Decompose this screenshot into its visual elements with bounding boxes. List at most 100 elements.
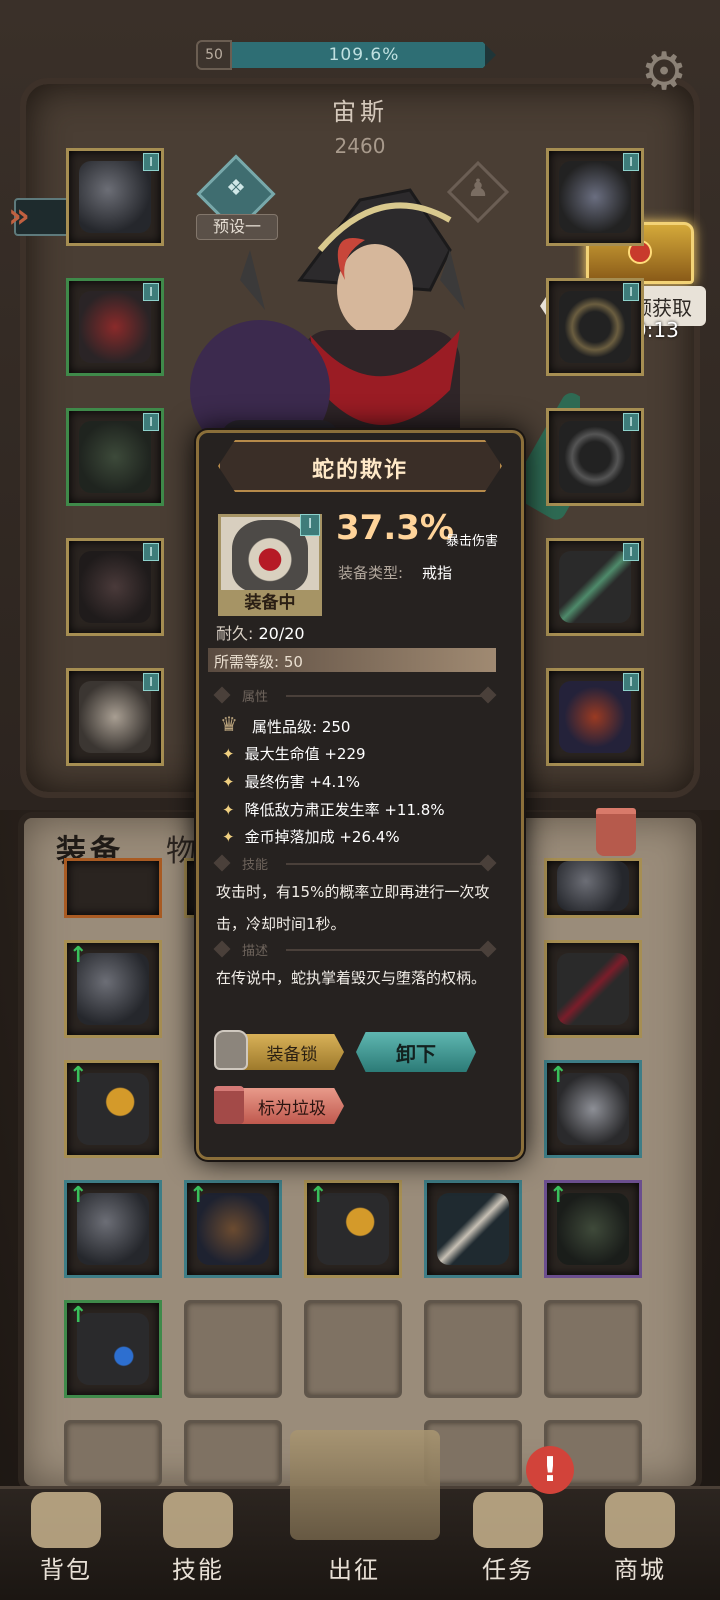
inventory-slot[interactable] [544,858,642,918]
lock-icon: Ⅰ [143,543,159,561]
inventory-slot[interactable]: ↑ [64,1180,162,1278]
lock-icon: Ⅰ [143,673,159,691]
padlock-icon [214,1030,248,1070]
preset-emblem-icon: ❖ [226,176,246,201]
inventory-slot[interactable] [544,940,642,1038]
equip-slot-pants[interactable]: Ⅰ [66,538,164,636]
ring-icon [77,953,149,1025]
person-icon: ♟ [467,174,489,202]
lock-icon: Ⅰ [623,413,639,431]
required-level: 所需等级: 50 [214,653,303,671]
nav-tasks[interactable]: 任务 [448,1492,568,1585]
equip-slot-ring-2[interactable]: Ⅰ [546,408,644,506]
inventory-slot[interactable]: ↑ [64,1300,162,1398]
trash-icon[interactable] [596,808,636,856]
attribute-quality: 属性品级: 250 [252,718,351,736]
ring-icon [559,421,631,493]
nav-bag[interactable]: 背包 [6,1492,126,1585]
helmet-icon [557,1073,629,1145]
trash-icon [214,1086,244,1124]
empty-inventory-slot[interactable] [304,1300,402,1398]
empty-inventory-slot[interactable] [424,1300,522,1398]
equip-slot-necklace[interactable]: Ⅰ [546,148,644,246]
blade-icon [557,953,629,1025]
lock-icon: Ⅰ [300,514,320,536]
sparkle-icon: ✦ [222,801,235,819]
necklace-icon [557,861,629,911]
ring-icon [77,1313,149,1385]
upgrade-arrow-icon: ↑ [69,1303,88,1328]
section-attributes: 属性 [213,686,497,706]
equip-slot-helmet[interactable]: Ⅰ [66,148,164,246]
notification-badge: ! [526,1446,574,1494]
upgrade-arrow-icon: ↑ [549,1063,568,1088]
empty-inventory-slot[interactable] [544,1300,642,1398]
ring-icon [77,1073,149,1145]
item-name: 蛇的欺诈 [311,458,408,483]
section-description-label: 描述 [242,944,269,959]
diamond-icon [479,854,497,872]
nav-expedition[interactable]: 出征 [294,1530,414,1585]
sparkle-icon: ✦ [222,828,235,846]
armor-icon [557,1193,629,1265]
skill-description: 攻击时，有15%的概率立即再进行一次攻击，冷却时间1秒。 [216,883,490,933]
main-stat-label: 暴击伤害 [446,534,499,549]
empty-inventory-slot[interactable] [184,1420,282,1486]
stat-text: 金币掉落加成 +26.4% [244,828,400,846]
diamond-icon [213,940,231,958]
scroll-icon [473,1492,543,1548]
divider [286,949,486,951]
upgrade-arrow-icon: ↑ [69,943,88,968]
stat-text: 降低敌方肃正发生率 +11.8% [244,801,445,819]
bag-icon [31,1492,101,1548]
unequip-button[interactable]: 卸下 [356,1032,476,1072]
equip-slot-armor[interactable]: Ⅰ [66,278,164,376]
armor-icon [79,291,151,363]
inventory-slot[interactable]: ↑ [544,1060,642,1158]
inventory-slot[interactable] [64,858,162,918]
upgrade-arrow-icon: ↑ [549,1183,568,1208]
section-attributes-label: 属性 [242,690,269,705]
equip-slot-gloves[interactable]: Ⅰ [66,408,164,506]
item-type-label: 装备类型: [338,564,404,582]
empty-inventory-slot[interactable] [184,1300,282,1398]
inventory-slot[interactable]: ↑ [544,1180,642,1278]
pants-icon [79,551,151,623]
inventory-slot[interactable]: ↑ [64,940,162,1038]
sparkle-icon: ✦ [222,773,235,791]
divider [286,863,486,865]
lock-icon: Ⅰ [143,413,159,431]
inventory-slot[interactable]: ↑ [304,1180,402,1278]
necklace-icon [559,161,631,233]
experience-bar: 109.6% [232,42,496,68]
preset-label[interactable]: 预设一 [196,214,278,240]
lock-icon: Ⅰ [623,673,639,691]
lock-icon: Ⅰ [143,153,159,171]
snake-ring-icon [232,520,308,592]
equip-slot-cloak[interactable]: Ⅰ [546,668,644,766]
diamond-icon [213,854,231,872]
durability-label: 耐久: [216,624,254,643]
upgrade-arrow-icon: ↑ [189,1183,208,1208]
inventory-slot[interactable]: ↑ [184,1180,282,1278]
inventory-slot[interactable]: ↑ [64,1060,162,1158]
section-skill-label: 技能 [242,858,269,873]
nav-skills-label: 技能 [172,1556,224,1584]
nav-skills[interactable]: 技能 [138,1492,258,1585]
stat-line: ✦ 金币掉落加成 +26.4% [222,826,400,847]
armor-icon [197,1193,269,1265]
nav-shop[interactable]: 商城 [580,1492,700,1585]
lock-icon: Ⅰ [623,153,639,171]
lock-icon: Ⅰ [143,283,159,301]
player-level-badge: 50 [196,40,232,70]
stat-text: 最终伤害 +4.1% [244,773,361,791]
empty-inventory-slot[interactable] [64,1420,162,1486]
inventory-slot[interactable] [424,1180,522,1278]
stat-line: ✦ 最终伤害 +4.1% [222,771,360,792]
upgrade-arrow-icon: ↑ [69,1183,88,1208]
ring-icon [77,1193,149,1265]
equip-slot-weapon[interactable]: Ⅰ [546,538,644,636]
equip-slot-boots[interactable]: Ⅰ [66,668,164,766]
double-arrow-icon: » [8,196,30,236]
equip-slot-ring-1[interactable]: Ⅰ [546,278,644,376]
